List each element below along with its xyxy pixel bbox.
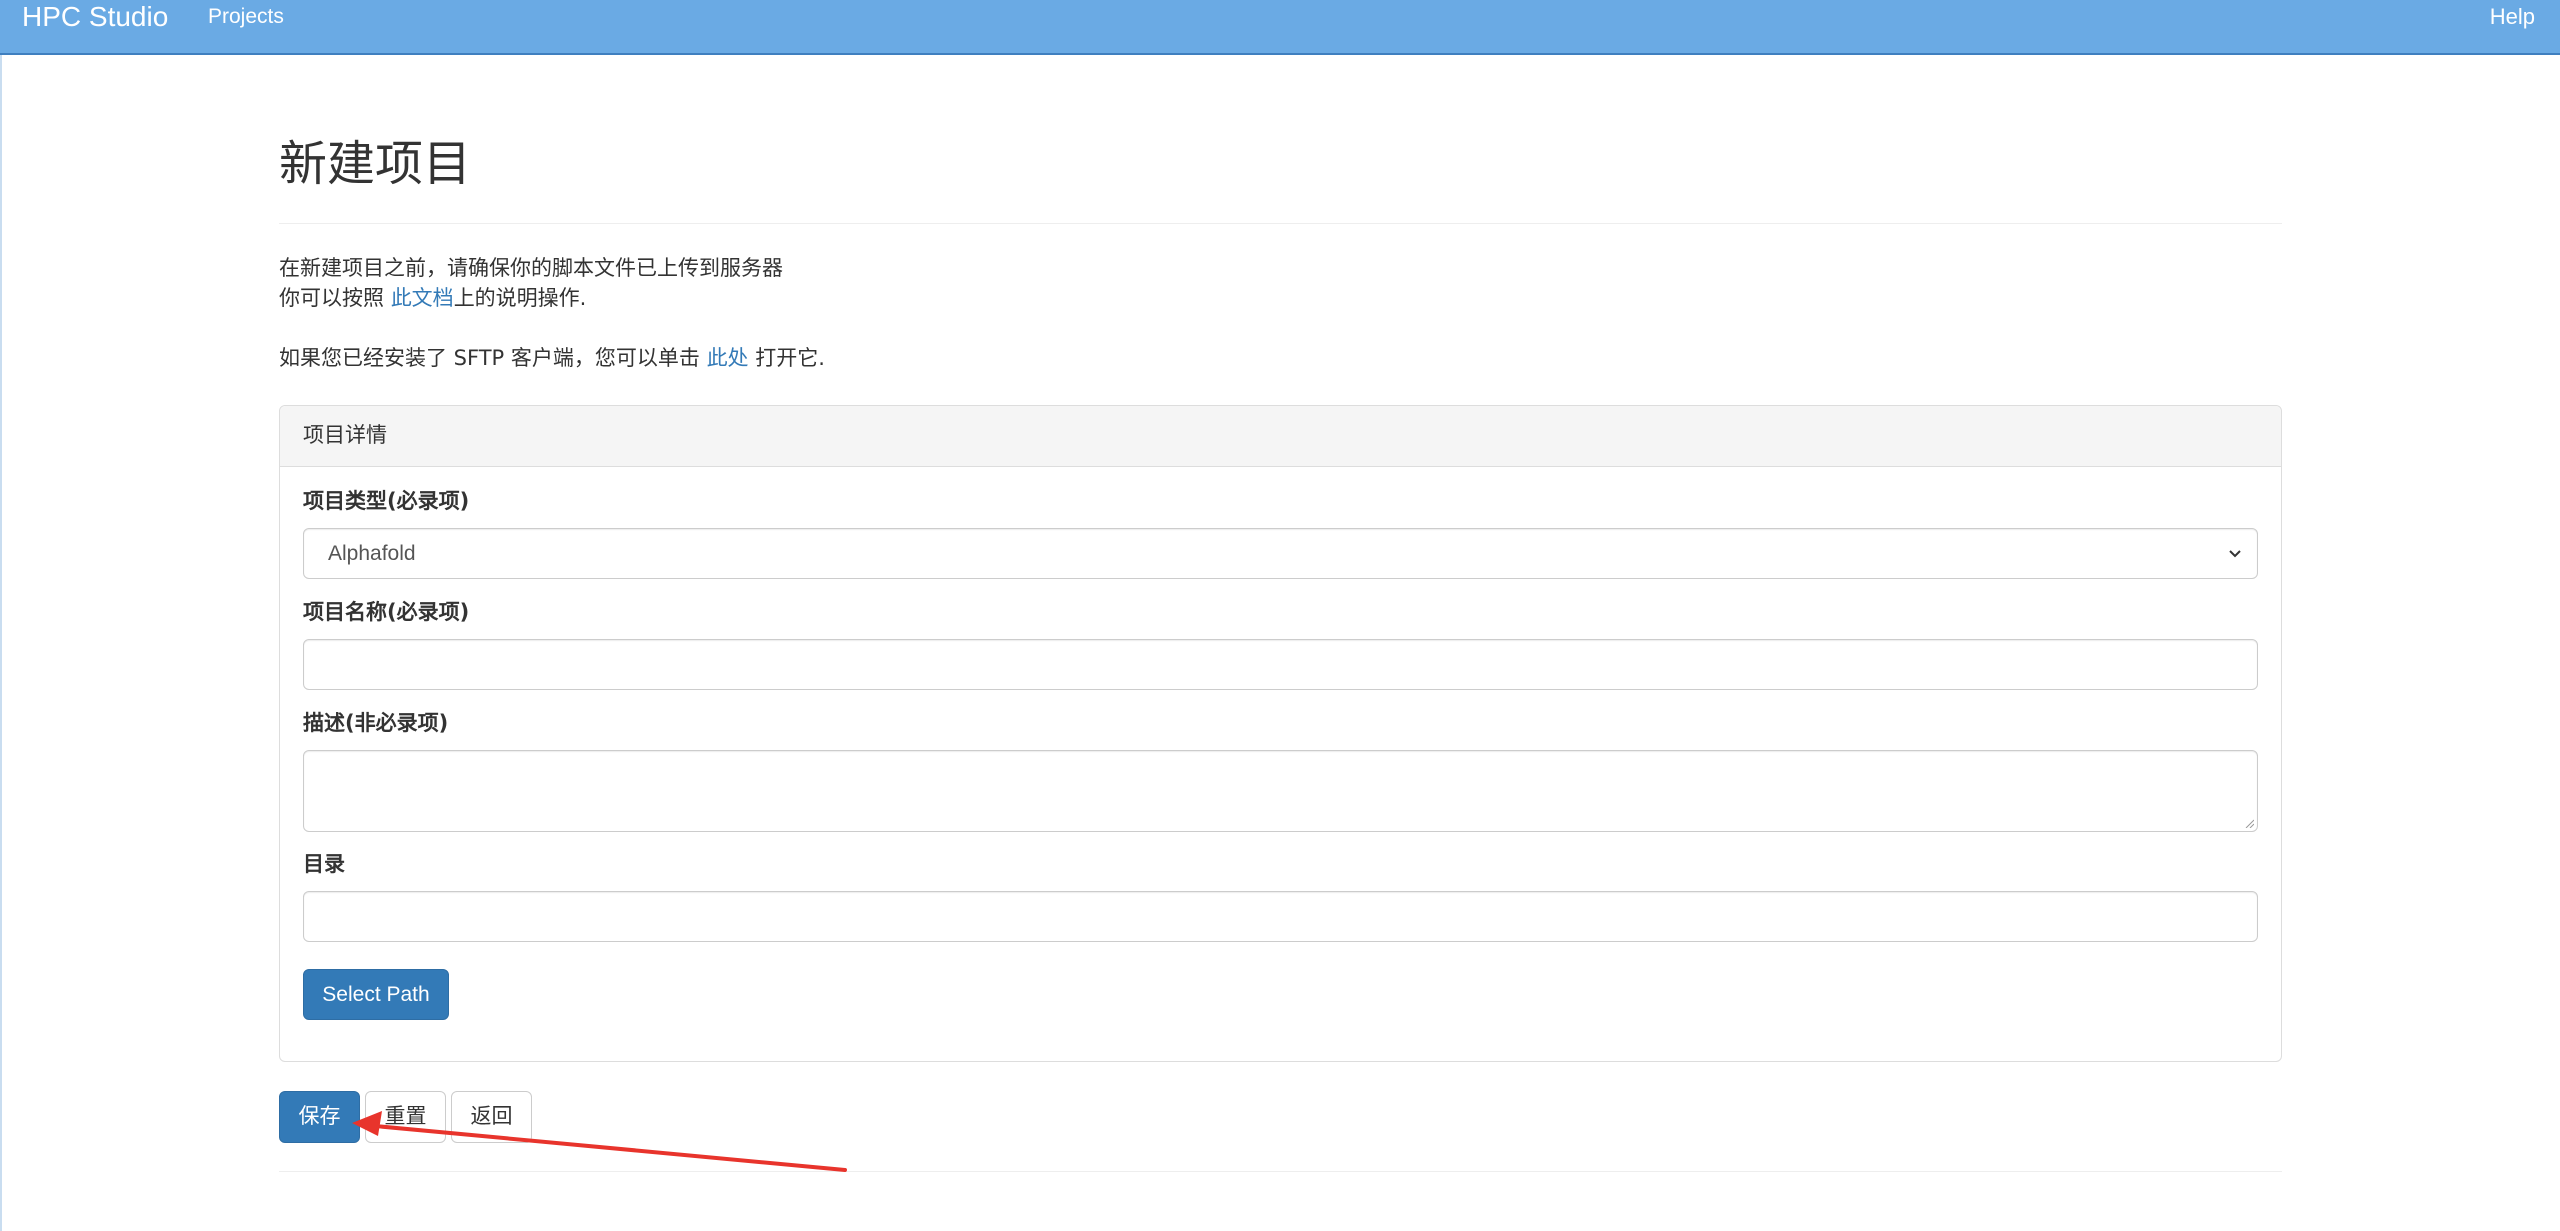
- sftp-open-link[interactable]: 此处: [707, 346, 749, 370]
- reset-button[interactable]: 重置: [365, 1091, 446, 1143]
- page-title: 新建项目: [279, 136, 472, 192]
- project-type-label: 项目类型(必录项): [303, 489, 470, 513]
- project-type-select[interactable]: Alphafold: [303, 528, 2258, 579]
- bottom-divider: [279, 1171, 2282, 1172]
- project-details-panel: 项目详情 项目类型(必录项) Alphafold 项目名称(必录项) 描述(非必…: [279, 405, 2282, 1062]
- sftp-prefix: 如果您已经安装了 SFTP 客户端，您可以单击: [279, 346, 707, 370]
- project-name-input[interactable]: [303, 639, 2258, 690]
- description-textarea[interactable]: [303, 750, 2258, 832]
- intro-text: 在新建项目之前，请确保你的脚本文件已上传到服务器 你可以按照 此文档上的说明操作…: [279, 253, 2079, 313]
- panel-heading: 项目详情: [280, 406, 2281, 467]
- sftp-text: 如果您已经安装了 SFTP 客户端，您可以单击 此处 打开它.: [279, 343, 825, 373]
- intro-line-2-prefix: 你可以按照: [279, 286, 391, 310]
- doc-link[interactable]: 此文档: [391, 286, 454, 310]
- nav-projects-link[interactable]: Projects: [208, 0, 284, 34]
- save-button[interactable]: 保存: [279, 1091, 360, 1143]
- description-label: 描述(非必录项): [303, 711, 449, 735]
- select-path-button[interactable]: Select Path: [303, 969, 449, 1020]
- top-navbar: HPC Studio Projects Help: [0, 0, 2560, 55]
- back-button[interactable]: 返回: [451, 1091, 532, 1143]
- directory-label: 目录: [303, 852, 345, 876]
- intro-line-2-suffix: 上的说明操作.: [453, 286, 587, 310]
- window-edge: [0, 0, 2, 1231]
- resize-handle-icon[interactable]: [2244, 818, 2254, 828]
- nav-help-link[interactable]: Help: [2490, 0, 2535, 34]
- chevron-down-icon: [2229, 550, 2241, 558]
- directory-input[interactable]: [303, 891, 2258, 942]
- project-name-label: 项目名称(必录项): [303, 600, 470, 624]
- project-type-value: Alphafold: [328, 542, 416, 565]
- intro-line-1: 在新建项目之前，请确保你的脚本文件已上传到服务器: [279, 256, 783, 280]
- sftp-suffix: 打开它.: [748, 346, 825, 370]
- intro-line-2: 你可以按照 此文档上的说明操作.: [279, 283, 2079, 313]
- brand-link[interactable]: HPC Studio: [22, 0, 168, 34]
- title-divider: [279, 223, 2282, 224]
